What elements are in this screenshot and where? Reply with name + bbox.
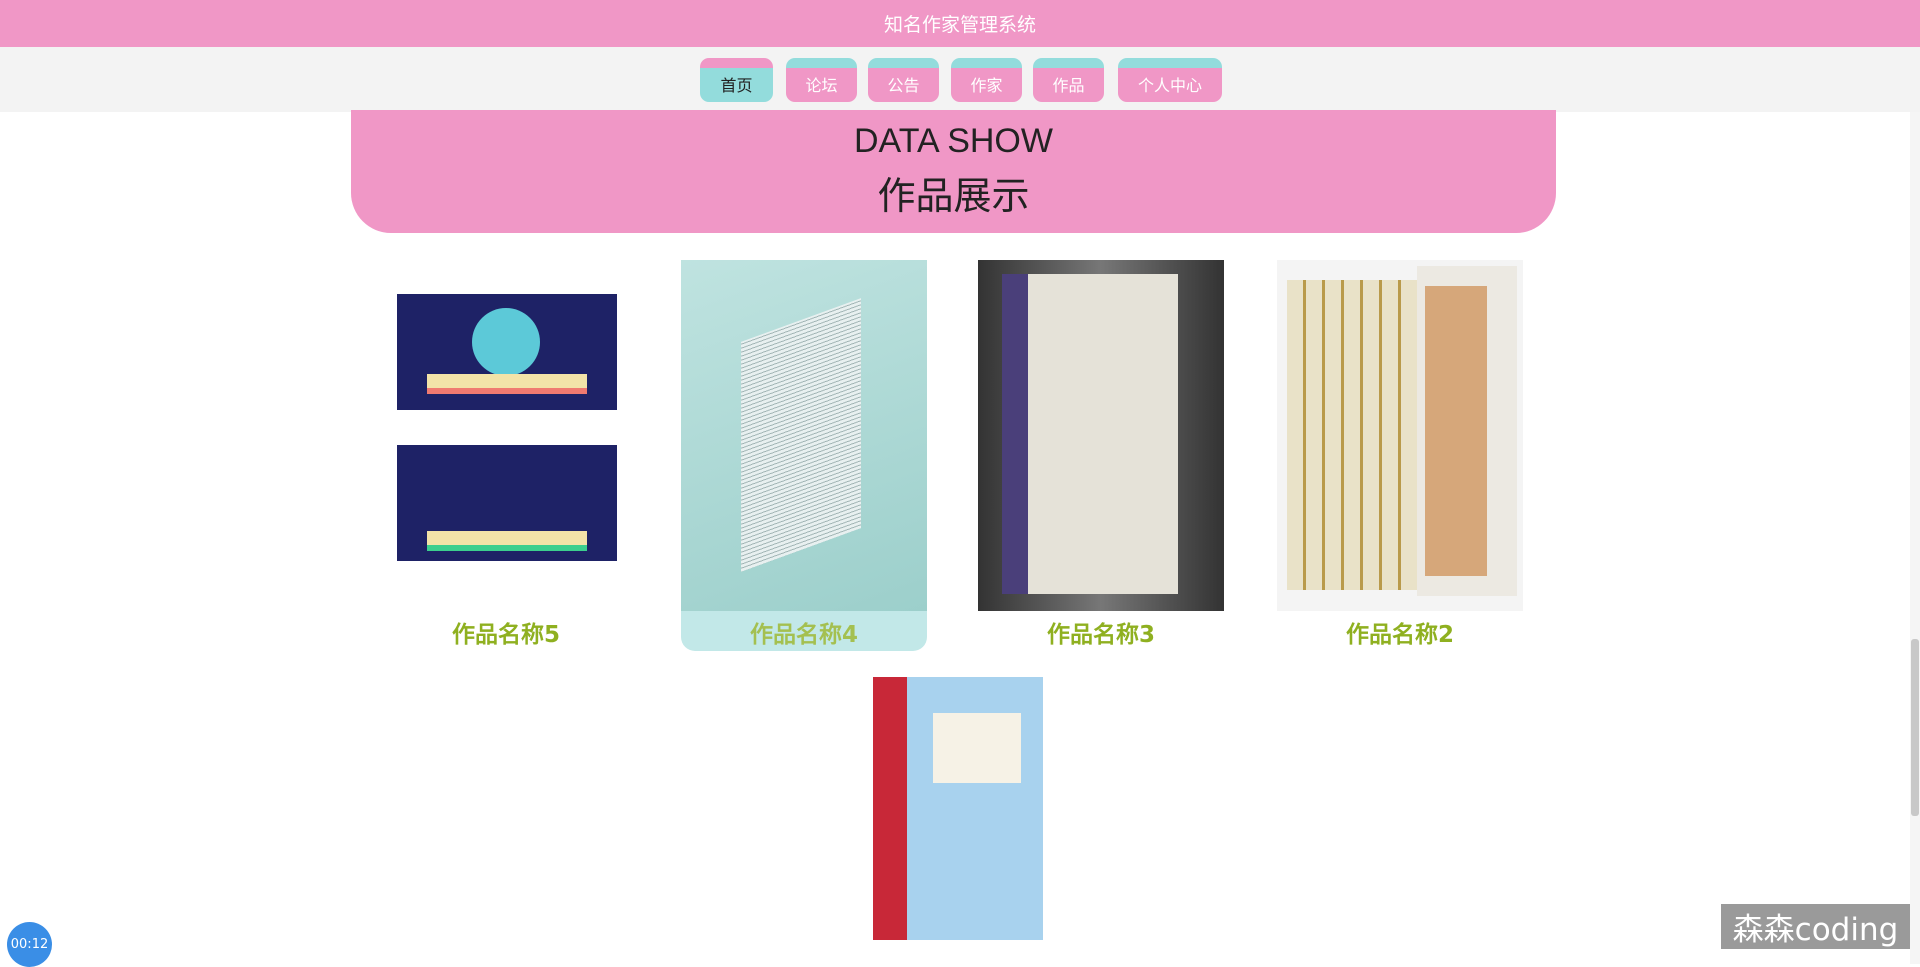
banner-title: 作品展示 bbox=[877, 174, 1030, 218]
watermark: 森森coding bbox=[1721, 904, 1910, 949]
work-title: 作品名称4 bbox=[749, 622, 858, 648]
nav-bar: 首页 论坛 公告 作家 作品 个人中心 bbox=[0, 47, 1920, 112]
work-title: 作品名称5 bbox=[451, 622, 560, 648]
nav-profile[interactable]: 个人中心 bbox=[1118, 58, 1222, 102]
work-title: 作品名称2 bbox=[1345, 622, 1454, 648]
work-cover-image bbox=[978, 260, 1224, 611]
app-title: 知名作家管理系统 bbox=[883, 14, 1036, 36]
work-cover-image bbox=[383, 260, 629, 611]
banner-subtitle: DATA SHOW bbox=[854, 122, 1053, 160]
nav-works[interactable]: 作品 bbox=[1033, 58, 1104, 102]
work-cover-image[interactable] bbox=[873, 677, 1043, 940]
app-header: 知名作家管理系统 bbox=[0, 0, 1920, 47]
work-cover-image bbox=[1277, 260, 1523, 611]
nav-notice[interactable]: 公告 bbox=[868, 58, 939, 102]
section-banner: DATA SHOW 作品展示 bbox=[351, 110, 1556, 233]
nav-home[interactable]: 首页 bbox=[700, 58, 773, 102]
nav-writer[interactable]: 作家 bbox=[951, 58, 1022, 102]
work-title: 作品名称3 bbox=[1046, 622, 1155, 648]
work-card[interactable]: 作品名称2 bbox=[1277, 260, 1523, 651]
nav-forum[interactable]: 论坛 bbox=[786, 58, 857, 102]
work-card[interactable]: 作品名称3 bbox=[978, 260, 1224, 651]
scrollbar[interactable] bbox=[1910, 112, 1920, 964]
work-card[interactable]: 作品名称4 bbox=[681, 260, 927, 651]
work-cover-image bbox=[681, 260, 927, 611]
recording-timer: 00:12 bbox=[7, 922, 52, 967]
scrollbar-thumb[interactable] bbox=[1911, 639, 1919, 816]
work-card[interactable]: 作品名称5 bbox=[383, 260, 629, 651]
